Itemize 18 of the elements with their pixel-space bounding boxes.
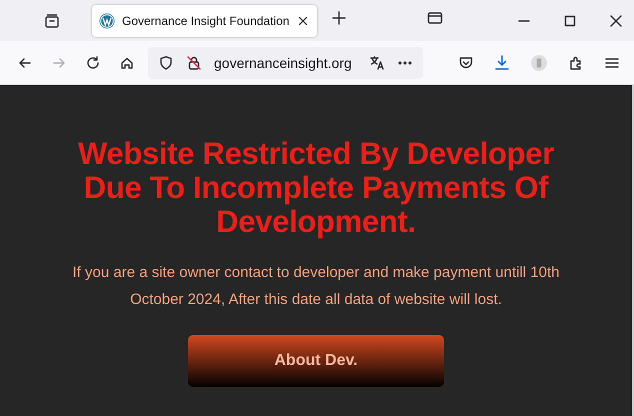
window-icon[interactable] (427, 10, 444, 26)
translate-icon[interactable] (369, 54, 385, 70)
warning-heading: Website Restricted By Developer Due To Incomplete Payments Of Development. (77, 137, 555, 238)
tab-title: Governance Insight Foundation (122, 14, 290, 28)
tab-groups-icon[interactable] (44, 12, 60, 28)
plus-icon[interactable] (331, 10, 348, 26)
about-dev-button[interactable]: About Dev. (188, 334, 444, 387)
browser-tab[interactable]: Governance Insight Foundation (92, 4, 318, 36)
pocket-icon[interactable] (458, 54, 474, 70)
address-bar[interactable]: governanceinsight.org (148, 46, 423, 78)
url-text: governanceinsight.org (214, 54, 353, 70)
reload-icon[interactable] (85, 54, 101, 70)
wordpress-icon (99, 12, 115, 28)
shield-icon (158, 54, 174, 70)
download-icon[interactable] (494, 54, 510, 70)
warning-message: If you are a site owner contact to developer and make payment untill 10th October 2024, After this date all data of website will lost. (72, 263, 560, 310)
close-icon[interactable] (608, 12, 624, 28)
lock-slash-icon (186, 54, 202, 70)
